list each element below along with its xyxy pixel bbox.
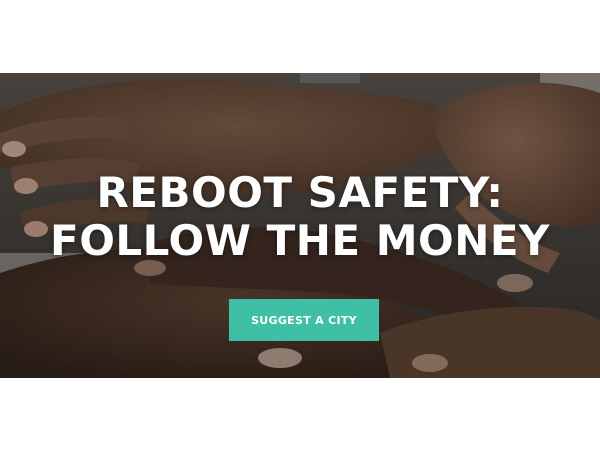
hero-banner: REBOOT SAFETY: FOLLOW THE MONEY SUGGEST … bbox=[0, 73, 600, 378]
page: REBOOT SAFETY: FOLLOW THE MONEY SUGGEST … bbox=[0, 0, 600, 450]
hero-title: REBOOT SAFETY: FOLLOW THE MONEY bbox=[0, 169, 600, 265]
suggest-a-city-button[interactable]: SUGGEST A CITY bbox=[229, 299, 379, 341]
hero-title-line-2: FOLLOW THE MONEY bbox=[50, 216, 550, 265]
hero-title-line-1: REBOOT SAFETY: bbox=[96, 168, 504, 217]
